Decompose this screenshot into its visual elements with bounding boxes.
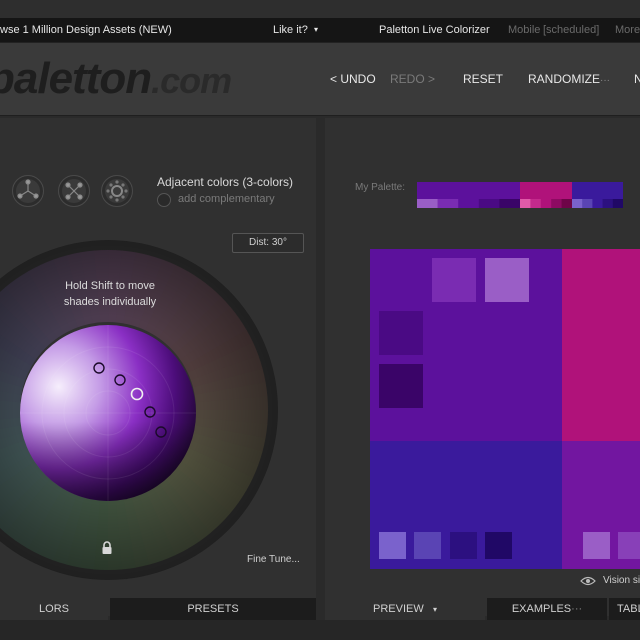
site-logo[interactable]: paletton.com: [0, 54, 232, 104]
palette-base-swatch[interactable]: [520, 182, 572, 199]
palette-base-swatch[interactable]: [572, 182, 623, 199]
preview-shade-square: [379, 364, 423, 408]
like-caret-icon[interactable]: ▾: [314, 18, 318, 42]
tab-preview-label: PREVIEW: [373, 603, 424, 615]
eye-icon[interactable]: [580, 576, 596, 586]
complementary-toggle[interactable]: [157, 193, 171, 207]
scheme-triad-icon[interactable]: [12, 175, 44, 207]
hint-line-2: shades individually: [63, 296, 157, 308]
vision-simulation-button[interactable]: Vision si: [603, 575, 640, 586]
scheduled-label: [scheduled]: [543, 24, 600, 36]
preview-shade-square: [485, 258, 529, 302]
palette-shade-swatch[interactable]: [437, 199, 459, 208]
next-nav-button[interactable]: N: [634, 72, 640, 86]
examples-dots: ···: [571, 603, 583, 615]
lock-icon[interactable]: [101, 541, 113, 555]
palette-shade-swatch[interactable]: [499, 199, 521, 208]
undo-button[interactable]: < UNDO: [330, 72, 376, 86]
reset-button[interactable]: RESET: [463, 72, 503, 86]
palette-shade-swatch[interactable]: [478, 199, 500, 208]
palette-preview: [370, 249, 640, 569]
palette-shade-swatch[interactable]: [551, 199, 562, 208]
tab-tables[interactable]: TABL: [609, 598, 640, 620]
tab-preview[interactable]: PREVIEW ▾: [325, 598, 485, 620]
scheme-free-icon[interactable]: [101, 175, 133, 207]
tetrad-icon-svg: [65, 182, 83, 200]
palette-shade-swatch[interactable]: [520, 199, 531, 208]
bottom-bar: [0, 620, 640, 640]
preview-accent-block: [562, 249, 640, 441]
palette-shade-swatch[interactable]: [602, 199, 614, 208]
top-strip: [0, 0, 640, 18]
randomize-button[interactable]: RANDOMIZE···: [528, 72, 610, 86]
palette-shade-swatch[interactable]: [540, 199, 552, 208]
palette-shade-swatch[interactable]: [561, 199, 573, 208]
preview-shade-square: [618, 532, 640, 559]
more-link[interactable]: More: [615, 18, 640, 42]
tab-presets[interactable]: PRESETS: [110, 598, 316, 620]
free-icon-svg: [106, 180, 128, 202]
preview-shade-square: [414, 532, 441, 559]
complementary-label[interactable]: add complementary: [178, 193, 275, 205]
my-palette-strip[interactable]: [417, 182, 623, 208]
triad-icon-svg: [17, 179, 39, 199]
preview-shade-square: [450, 532, 477, 559]
scheme-tetrad-icon[interactable]: [58, 175, 90, 207]
palette-shade-swatch[interactable]: [530, 199, 542, 208]
mobile-link[interactable]: Mobile: [508, 18, 540, 42]
hint-line-1: Hold Shift to move: [65, 280, 155, 292]
palette-shade-swatch[interactable]: [572, 199, 583, 208]
scheme-title: Adjacent colors (3-colors): [157, 175, 294, 189]
palette-shade-swatch[interactable]: [612, 199, 623, 208]
palette-shade-swatch[interactable]: [417, 199, 438, 208]
palette-shade-swatch[interactable]: [458, 199, 480, 208]
live-colorizer-link[interactable]: Paletton Live Colorizer: [379, 18, 490, 42]
fine-tune-button[interactable]: Fine Tune...: [247, 554, 300, 565]
logo-main: paletton: [0, 54, 152, 103]
like-link[interactable]: Like it?: [273, 18, 308, 42]
palette-shade-swatch[interactable]: [582, 199, 593, 208]
preview-shade-square: [379, 311, 423, 355]
logo-dotcom: .com: [151, 60, 232, 101]
tab-colors[interactable]: LORS: [0, 598, 108, 620]
redo-button[interactable]: REDO >: [390, 72, 435, 86]
preview-shade-square: [379, 532, 406, 559]
palette-base-swatch[interactable]: [417, 182, 520, 199]
my-palette-label: My Palette:: [355, 182, 406, 193]
preview-shade-square: [485, 532, 512, 559]
preview-caret-icon: ▾: [432, 605, 437, 614]
preview-shade-square: [432, 258, 476, 302]
menu-bar: wse 1 Million Design Assets (NEW) Like i…: [0, 18, 640, 43]
tab-examples-label: EXAMPLES: [511, 603, 572, 615]
randomize-dots: ···: [600, 75, 610, 86]
tab-examples[interactable]: EXAMPLES···: [487, 598, 607, 620]
promo-link[interactable]: wse 1 Million Design Assets (NEW): [0, 18, 172, 42]
preview-shade-square: [583, 532, 610, 559]
randomize-label: RANDOMIZE: [528, 72, 600, 86]
palette-shade-swatch[interactable]: [592, 199, 603, 208]
shift-hint: Hold Shift to move shades individually: [40, 278, 180, 310]
